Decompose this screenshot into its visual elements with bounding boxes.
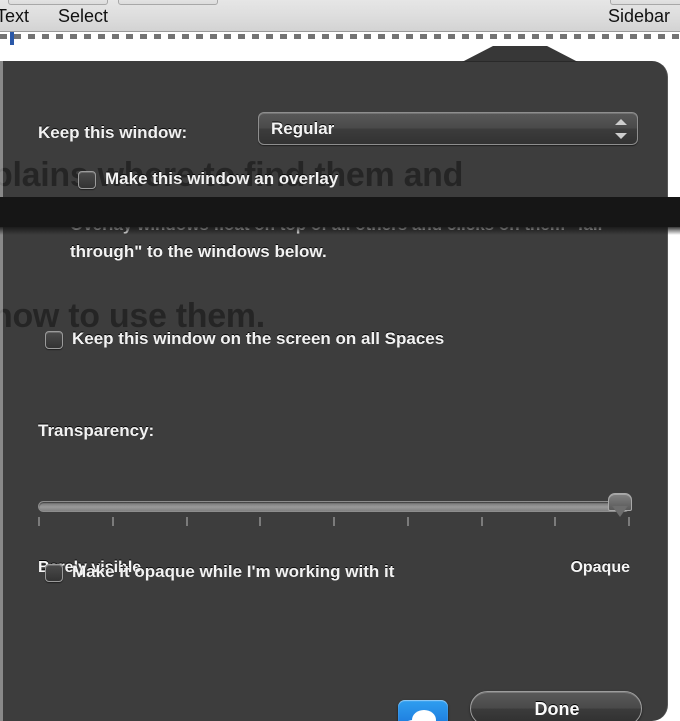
window-level-label: Keep this window: (38, 123, 188, 142)
toolbar-tab-nub[interactable] (118, 0, 218, 5)
slider-tick (554, 517, 556, 526)
slider-tick (481, 517, 483, 526)
text-caret (10, 32, 14, 45)
transparency-slider-thumb[interactable] (608, 493, 632, 517)
all-spaces-checkbox[interactable] (45, 331, 63, 349)
transparency-label: Transparency: (38, 421, 155, 440)
slider-tick (407, 517, 409, 526)
toolbar-menu-text[interactable]: Text (0, 6, 29, 27)
done-button-label: Done (534, 699, 580, 719)
toolbar-tab-nub[interactable] (8, 0, 108, 5)
done-button[interactable]: Done (470, 691, 642, 721)
window-level-popup-button[interactable]: Regular (258, 112, 638, 145)
slider-tick (38, 517, 40, 526)
highlight-band (0, 197, 680, 227)
toolbar-menu-sidebar[interactable]: Sidebar (608, 6, 670, 27)
overlay-checkbox[interactable] (78, 171, 96, 189)
toolbar-tab-nub[interactable] (610, 0, 680, 5)
cloud-glyph (408, 710, 436, 721)
popover-content: Keep this window: Regular Make this wind… (0, 61, 680, 721)
slider-tick (259, 517, 261, 526)
window-level-value: Regular (271, 119, 335, 138)
overlay-checkbox-label[interactable]: Make this window an overlay (105, 169, 338, 189)
transparency-slider-track[interactable] (38, 501, 630, 512)
slider-tick (112, 517, 114, 526)
toolbar-menu-select[interactable]: Select (58, 6, 108, 27)
opaque-while-working-checkbox[interactable] (45, 564, 63, 582)
slider-tick (628, 517, 630, 526)
cloud-icon (398, 700, 448, 721)
chevron-updown-icon (615, 117, 627, 142)
toolbar: Text Select Sidebar (0, 0, 680, 32)
screen: plains where to find them and how to use… (0, 0, 680, 721)
all-spaces-checkbox-label[interactable]: Keep this window on the screen on all Sp… (72, 329, 444, 349)
highlight-band-fade (0, 227, 680, 235)
ruler-dots (0, 34, 680, 39)
transparency-max-label: Opaque (570, 559, 630, 576)
opaque-while-working-checkbox-label[interactable]: Make it opaque while I'm working with it (72, 562, 394, 582)
slider-tick (186, 517, 188, 526)
transparency-slider-ticks (38, 517, 630, 529)
window-settings-popover: Keep this window: Regular Make this wind… (0, 32, 680, 721)
slider-tick (333, 517, 335, 526)
ruler-strip (0, 32, 680, 46)
